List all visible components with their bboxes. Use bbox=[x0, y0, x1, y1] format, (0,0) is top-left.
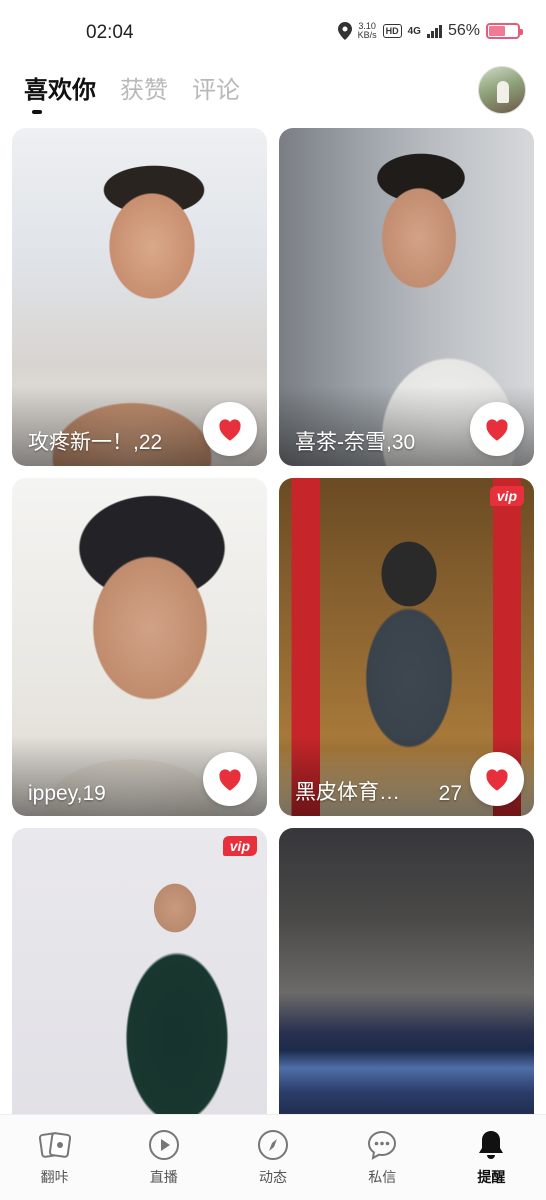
heart-icon bbox=[486, 419, 508, 441]
hd-badge: HD bbox=[382, 24, 402, 38]
nav-label-feed: 动态 bbox=[259, 1169, 287, 1185]
network-type: 4G bbox=[407, 25, 421, 37]
user-name-age: 攻疼新一！,22 bbox=[28, 431, 163, 454]
user-name: 黑皮体育… bbox=[295, 781, 400, 804]
active-tab-indicator bbox=[32, 110, 42, 114]
like-button[interactable] bbox=[470, 402, 524, 456]
like-button[interactable] bbox=[203, 752, 257, 806]
nav-item-messages[interactable]: 私信 bbox=[328, 1115, 437, 1200]
user-card[interactable]: 喜茶-奈雪,30 bbox=[279, 128, 534, 466]
nav-item-feed[interactable]: 动态 bbox=[218, 1115, 327, 1200]
nav-item-notifications[interactable]: 提醒 bbox=[437, 1115, 546, 1200]
status-time: 02:04 bbox=[86, 22, 134, 43]
nav-item-cards[interactable]: 翻咔 bbox=[0, 1115, 109, 1200]
tab-comments[interactable]: 评论 bbox=[192, 74, 240, 108]
net-speed: 3.10 KB/s bbox=[358, 22, 377, 40]
user-photo bbox=[279, 828, 534, 1128]
bell-icon bbox=[475, 1129, 507, 1161]
nav-label-notifications: 提醒 bbox=[477, 1169, 506, 1185]
like-button[interactable] bbox=[470, 752, 524, 806]
nav-label-messages: 私信 bbox=[368, 1169, 397, 1185]
status-icons: 3.10 KB/s HD 4G 56% bbox=[337, 22, 523, 40]
user-name-age: ippey,19 bbox=[28, 782, 106, 805]
user-card[interactable]: ippey,19 bbox=[12, 478, 267, 816]
avatar[interactable] bbox=[478, 66, 526, 114]
vip-badge: vip bbox=[222, 836, 257, 856]
user-card[interactable]: vip bbox=[12, 828, 267, 1128]
signal-icon bbox=[426, 24, 442, 38]
chat-icon bbox=[366, 1129, 398, 1161]
user-card[interactable]: 攻疼新一！,22 bbox=[12, 128, 267, 466]
bottom-nav: 翻咔 直播 动态 私信 提醒 bbox=[0, 1114, 546, 1200]
heart-icon bbox=[219, 419, 241, 441]
user-photo bbox=[12, 828, 267, 1128]
nav-item-live[interactable]: 直播 bbox=[109, 1115, 218, 1200]
status-bar: 02:04 3.10 KB/s HD 4G 56% bbox=[0, 0, 546, 66]
header-tabs: 喜欢你 获赞 评论 bbox=[24, 74, 240, 108]
battery-icon bbox=[486, 23, 523, 39]
cards-icon bbox=[38, 1129, 71, 1161]
user-card[interactable] bbox=[279, 828, 534, 1128]
location-icon bbox=[337, 22, 352, 40]
nav-label-live: 直播 bbox=[149, 1169, 178, 1185]
user-name-age: 喜茶-奈雪,30 bbox=[295, 431, 416, 454]
battery-level bbox=[489, 26, 505, 36]
nav-label-cards: 翻咔 bbox=[40, 1169, 69, 1185]
vip-badge: vip bbox=[489, 486, 524, 506]
tab-likes-you[interactable]: 喜欢你 bbox=[24, 74, 96, 108]
user-age: 27 bbox=[438, 782, 462, 805]
like-button[interactable] bbox=[203, 402, 257, 456]
net-speed-unit: KB/s bbox=[357, 30, 377, 40]
compass-icon bbox=[257, 1129, 289, 1161]
tab-received-likes[interactable]: 获赞 bbox=[120, 74, 168, 108]
heart-icon bbox=[219, 769, 241, 791]
battery-percent: 56% bbox=[447, 22, 480, 39]
heart-icon bbox=[486, 769, 508, 791]
user-card[interactable]: vip 黑皮体育… 27 bbox=[279, 478, 534, 816]
play-icon bbox=[148, 1129, 180, 1161]
